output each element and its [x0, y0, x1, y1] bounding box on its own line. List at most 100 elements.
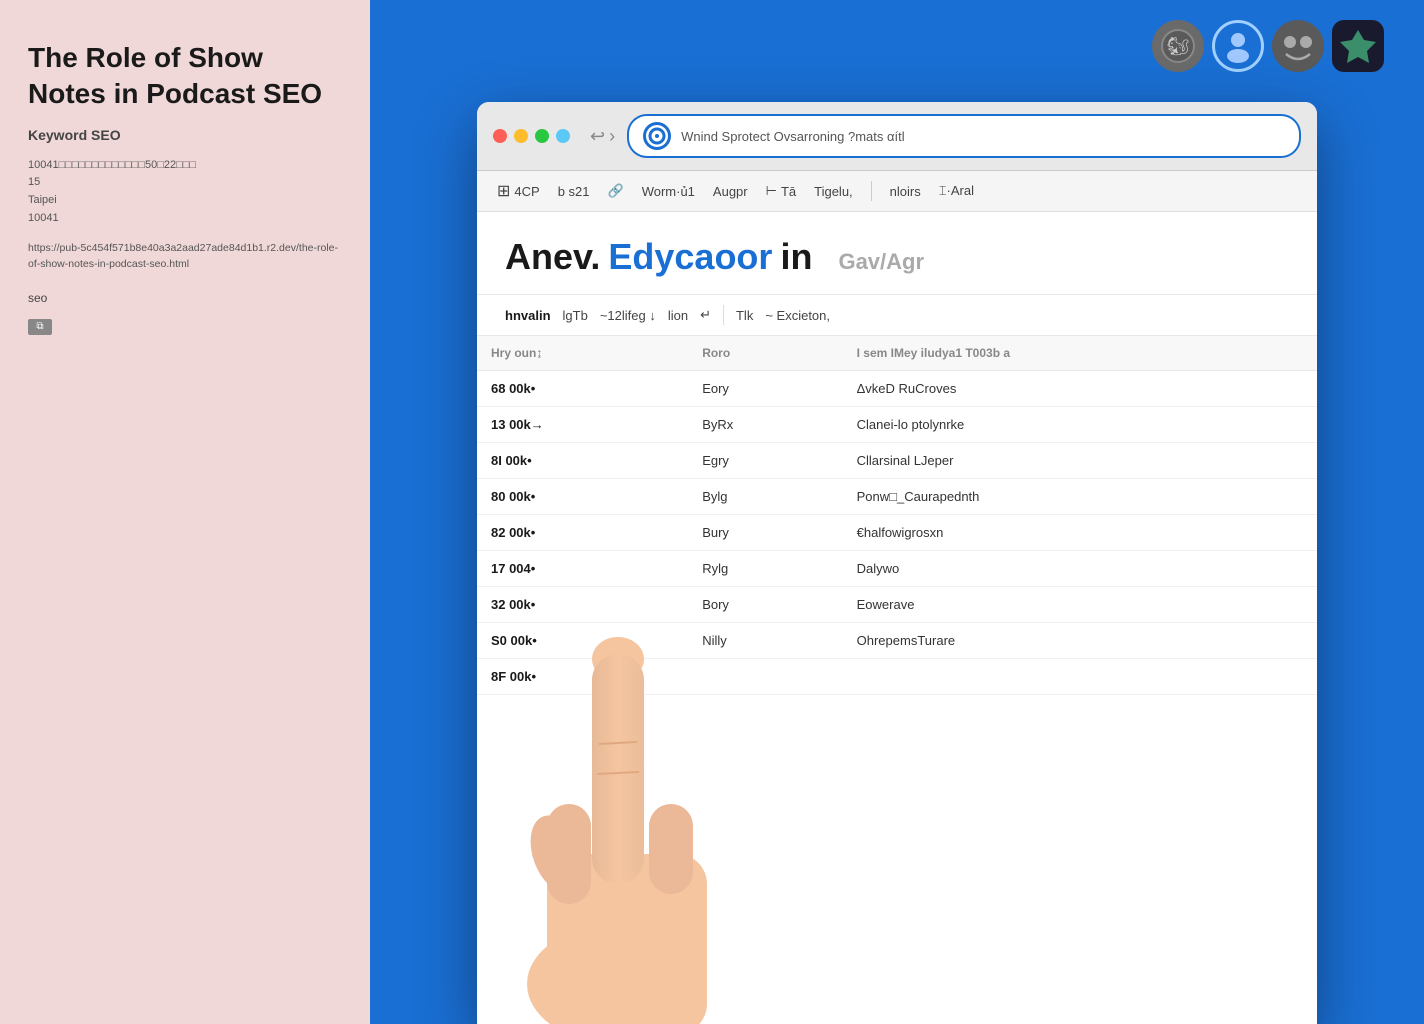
toolbar-tb-label-2: ~12lifeg ↓: [600, 308, 656, 323]
table-row[interactable]: 17 004• Rylg Dalywo: [477, 551, 1317, 587]
browser-content: Anev. Edycaoor in Gav/Agr hnvalin lgTb: [477, 212, 1317, 1024]
forward-icon[interactable]: ›: [609, 126, 615, 147]
cell-col2-9: [688, 659, 842, 695]
tl-minimize[interactable]: [514, 129, 528, 143]
header-highlight: Edycaoor: [608, 236, 772, 278]
main-area: 🐿: [370, 0, 1424, 1024]
table-row[interactable]: 80 00k• Bylg Ponw□_Caurapednth: [477, 479, 1317, 515]
sidebar-label: Keyword SEO: [28, 127, 342, 143]
table-row[interactable]: 13 00k→ ByRx Clanei-lo ptolynrke: [477, 407, 1317, 443]
toolbar-label-0: 4CP: [514, 184, 539, 199]
toolbar-label-tigelu: Tigelu,: [814, 184, 853, 199]
cell-vol-2: 13 00k→: [477, 407, 688, 443]
cell-vol-3: 8I 00k•: [477, 443, 688, 479]
cell-col2-1: Eory: [688, 371, 842, 407]
table-row[interactable]: 68 00k• Eory ΔvkeD RuCroves: [477, 371, 1317, 407]
back-icon[interactable]: ↩: [590, 126, 605, 147]
page-header: Anev. Edycaoor in Gav/Agr: [477, 212, 1317, 295]
toolbar-item-1[interactable]: b s21: [558, 184, 590, 199]
toolbar-item-aral[interactable]: ⌶·Aral: [939, 183, 974, 199]
cell-col3-6: Dalywo: [843, 551, 1317, 587]
sidebar-meta: 10041□□□□□□□□□□□□□50□22□□□ 15 Taipei 100…: [28, 157, 342, 227]
sidebar-meta-line2: 15: [28, 176, 40, 188]
toolbar-icon-ta: ⊢: [766, 183, 777, 199]
cell-vol-9: 8F 00k•: [477, 659, 688, 695]
toolbar-icon-0: ⊞: [497, 181, 510, 201]
table-row[interactable]: S0 00k• Nilly OhrepemsTurare: [477, 623, 1317, 659]
tl-fullscreen[interactable]: [535, 129, 549, 143]
top-icon-1[interactable]: 🐿: [1152, 20, 1204, 72]
nav-arrows: ↩ ›: [590, 126, 615, 147]
address-text: Wnind Sprotect Ovsarroning ?mats αítl: [681, 129, 1285, 144]
tl-close[interactable]: [493, 129, 507, 143]
browser-logo: [643, 122, 671, 150]
table-header-row: Hry oun↨ Roro I sem IMey iludya1 T003b a: [477, 336, 1317, 371]
sidebar-url: https://pub-5c454f571b8e40a3a2aad27ade84…: [28, 241, 342, 273]
table-row[interactable]: 8F 00k•: [477, 659, 1317, 695]
toolbar-tb-label-1: lgTb: [563, 308, 588, 323]
cell-col2-8: Nilly: [688, 623, 842, 659]
table-toolbar-tlk[interactable]: Tlk: [736, 308, 753, 323]
traffic-lights: [493, 129, 570, 143]
col-header-1: Hry oun↨: [477, 336, 688, 371]
toolbar-tb-label-5: Tlk: [736, 308, 753, 323]
top-icon-2[interactable]: [1212, 20, 1264, 72]
toolbar-item-0[interactable]: ⊞ 4CP: [497, 181, 540, 201]
col-header-2: Roro: [688, 336, 842, 371]
cell-col2-4: Bylg: [688, 479, 842, 515]
cell-col3-7: Eowerave: [843, 587, 1317, 623]
svg-text:🐿: 🐿: [1167, 36, 1190, 56]
cell-vol-5: 82 00k•: [477, 515, 688, 551]
toolbar-item-ta[interactable]: ⊢ Tā: [766, 183, 797, 199]
cell-col2-5: Bury: [688, 515, 842, 551]
toolbar-item-2[interactable]: 🔗: [608, 183, 624, 199]
toolbar-item-nloirs[interactable]: nloirs: [890, 184, 921, 199]
table-container: Hry oun↨ Roro I sem IMey iludya1 T003b a…: [477, 336, 1317, 1024]
tl-extra[interactable]: [556, 129, 570, 143]
cell-col3-9: [843, 659, 1317, 695]
cell-col2-2: ByRx: [688, 407, 842, 443]
cell-col3-1: ΔvkeD RuCroves: [843, 371, 1317, 407]
cell-vol-7: 32 00k•: [477, 587, 688, 623]
toolbar-tb-label-4: ↵: [700, 307, 711, 323]
cell-col2-3: Egry: [688, 443, 842, 479]
toolbar-label-nloirs: nloirs: [890, 184, 921, 199]
table-toolbar-excieton[interactable]: ~ Excieton,: [765, 308, 830, 323]
toolbar-item-tigelu[interactable]: Tigelu,: [814, 184, 853, 199]
sidebar-copy-icon[interactable]: ⧉: [28, 319, 52, 335]
toolbar-icon-2: 🔗: [608, 183, 624, 199]
toolbar-item-worm[interactable]: Worm·ủ1: [642, 184, 695, 199]
toolbar-tb-label-3: lion: [668, 308, 688, 323]
top-icon-4[interactable]: [1332, 20, 1384, 72]
sidebar-meta-line4: 10041: [28, 212, 59, 224]
sidebar-title: The Role of Show Notes in Podcast SEO: [28, 40, 342, 113]
data-table: Hry oun↨ Roro I sem IMey iludya1 T003b a…: [477, 336, 1317, 695]
table-toolbar-lgtb[interactable]: lgTb: [563, 308, 588, 323]
table-toolbar-lifeg[interactable]: ~12lifeg ↓: [600, 308, 656, 323]
browser-window: ↩ › Wnind Sprotect Ovsarroning ?mats αít…: [477, 102, 1317, 1024]
table-toolbar-arrow[interactable]: ↵: [700, 307, 711, 323]
table-row[interactable]: 82 00k• Bury €halfowigrosxn: [477, 515, 1317, 551]
header-subtitle: Gav/Agr: [838, 249, 924, 275]
address-bar[interactable]: Wnind Sprotect Ovsarroning ?mats αítl: [627, 114, 1301, 158]
toolbar-divider: [871, 181, 872, 201]
toolbar-item-augpr[interactable]: Augpr: [713, 184, 748, 199]
cell-col3-2: Clanei-lo ptolynrke: [843, 407, 1317, 443]
page-header-title: Anev. Edycaoor in Gav/Agr: [505, 236, 1289, 278]
sidebar: The Role of Show Notes in Podcast SEO Ke…: [0, 0, 370, 1024]
table-row[interactable]: 32 00k• Bory Eowerave: [477, 587, 1317, 623]
browser-toolbar: ⊞ 4CP b s21 🔗 Worm·ủ1 Augpr ⊢ Tā: [477, 171, 1317, 212]
top-icon-3[interactable]: [1272, 20, 1324, 72]
cell-vol-8: S0 00k•: [477, 623, 688, 659]
table-toolbar-lion[interactable]: lion: [668, 308, 688, 323]
table-body: 68 00k• Eory ΔvkeD RuCroves 13 00k→ ByRx…: [477, 371, 1317, 695]
table-row[interactable]: 8I 00k• Egry Cllarsinal LJeper: [477, 443, 1317, 479]
toolbar-label-aral: ⌶·Aral: [939, 183, 974, 199]
table-toolbar-divider: [723, 305, 724, 325]
cell-vol-4: 80 00k•: [477, 479, 688, 515]
table-toolbar-hnvalin[interactable]: hnvalin: [505, 308, 551, 323]
cell-col2-7: Bory: [688, 587, 842, 623]
toolbar-tb-label-0: hnvalin: [505, 308, 551, 323]
toolbar-label-worm: Worm·ủ1: [642, 184, 695, 199]
toolbar-label-augpr: Augpr: [713, 184, 748, 199]
